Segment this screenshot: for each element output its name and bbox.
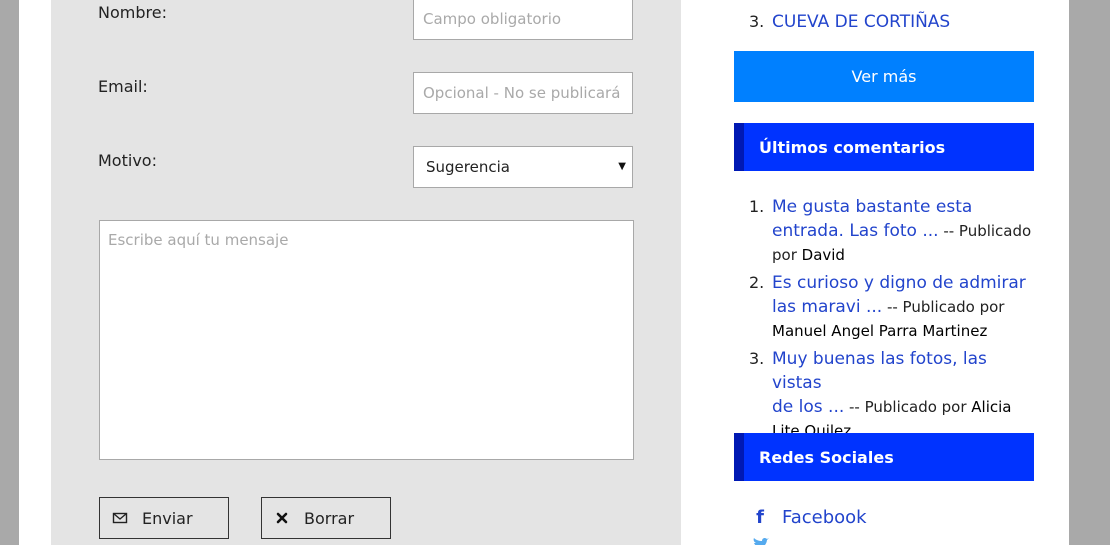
top-places-list: 3. CUEVA DE CORTIÑAS (734, 10, 1034, 34)
comment-meta-by: por (772, 246, 802, 264)
send-button[interactable]: Enviar (99, 497, 229, 539)
envelope-icon (112, 512, 128, 524)
facebook-icon: f (756, 507, 764, 528)
email-input[interactable] (413, 72, 633, 114)
comment-item: 3. Muy buenas las fotos, las vistas de lo… (734, 347, 1034, 443)
email-label: Email: (98, 77, 148, 96)
close-icon (276, 512, 288, 524)
name-input[interactable] (413, 0, 633, 40)
comment-author: David (801, 246, 845, 264)
list-item: 3. CUEVA DE CORTIÑAS (734, 10, 1034, 34)
ver-mas-button[interactable]: Ver más (734, 51, 1034, 102)
motivo-label: Motivo: (98, 151, 157, 170)
send-label: Enviar (142, 508, 193, 528)
comment-meta: -- Publicado por (882, 298, 1005, 316)
dropdown-arrow-icon: ▼ (618, 161, 626, 172)
facebook-link[interactable]: Facebook (782, 507, 867, 528)
comment-number: 2. (749, 273, 765, 292)
motivo-select[interactable]: Sugerencia ▼ (413, 146, 633, 188)
comment-author: Alicia (971, 398, 1012, 416)
comment-number: 1. (749, 197, 765, 216)
twitter-icon (753, 537, 769, 545)
comment-author: Manuel Angel Parra Martinez (772, 322, 988, 340)
name-label: Nombre: (98, 3, 167, 22)
clear-label: Borrar (304, 508, 355, 528)
social-widget-title: Redes Sociales (734, 433, 1034, 481)
contact-form: Nombre: Email: Motivo: Sugerencia ▼ Envi… (51, 0, 681, 545)
social-link-twitter-partial[interactable] (752, 537, 782, 545)
comment-meta: -- Publicado por (844, 398, 972, 416)
comment-item: 2. Es curioso y digno de admirar las mara… (734, 271, 1034, 343)
comment-number: 3. (749, 349, 765, 368)
place-link[interactable]: CUEVA DE CORTIÑAS (772, 12, 950, 32)
social-link-facebook[interactable]: f Facebook (752, 507, 867, 528)
motivo-selected-value: Sugerencia (426, 158, 510, 176)
comment-meta: -- Publicado (938, 222, 1032, 240)
comments-widget-title: Últimos comentarios (734, 123, 1034, 171)
message-textarea[interactable] (99, 220, 634, 460)
comment-item: 1. Me gusta bastante esta entrada. Las fo… (734, 195, 1034, 267)
list-item-number: 3. (749, 12, 765, 31)
clear-button[interactable]: Borrar (261, 497, 391, 539)
comments-list: 1. Me gusta bastante esta entrada. Las fo… (734, 195, 1034, 443)
